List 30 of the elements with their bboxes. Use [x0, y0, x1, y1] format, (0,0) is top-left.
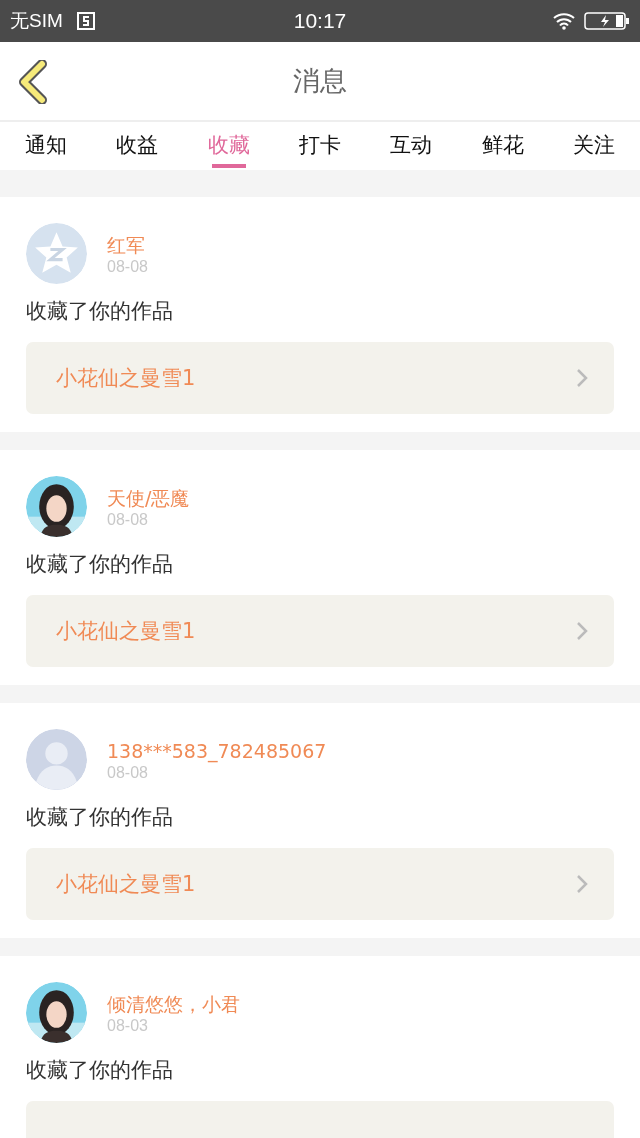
tab[interactable]: 鲜花 [457, 122, 549, 168]
tab[interactable]: 收益 [91, 122, 183, 168]
avatar-icon [26, 223, 87, 284]
back-button[interactable] [18, 60, 48, 104]
message-text: 收藏了你的作品 [26, 804, 174, 831]
tab[interactable]: 收藏 [182, 122, 275, 168]
work-link[interactable]: 小花仙之曼雪1 [26, 848, 614, 920]
user-name[interactable]: 倾清悠悠，小君 [107, 990, 240, 1017]
work-link[interactable]: 小花仙之曼雪1 [26, 595, 614, 667]
tab[interactable]: 互动 [365, 122, 458, 168]
avatar-icon [26, 729, 87, 790]
sim-icon [76, 12, 95, 30]
message-text: 收藏了你的作品 [26, 551, 174, 578]
message-text: 收藏了你的作品 [26, 1057, 174, 1084]
tab[interactable]: 关注 [548, 122, 640, 168]
tab[interactable]: 通知 [0, 122, 92, 168]
chevron-icon [576, 621, 588, 641]
tab-underline [211, 164, 246, 168]
user-name[interactable]: 天使/恶魔 [107, 484, 190, 511]
carrier-label: 无SIM [10, 9, 63, 33]
tab[interactable]: 打卡 [274, 122, 366, 168]
battery-icon [584, 11, 630, 31]
chevron-icon [576, 874, 588, 894]
clock: 10:17 [292, 9, 348, 33]
page-title: 消息 [293, 64, 347, 98]
work-link[interactable]: 小花仙之曼雪1 [26, 342, 614, 414]
user-name[interactable]: 138***583_782485067 [107, 737, 327, 764]
message-text: 收藏了你的作品 [26, 298, 174, 325]
user-name[interactable]: 红军 [107, 231, 148, 258]
chevron-icon [576, 368, 588, 388]
